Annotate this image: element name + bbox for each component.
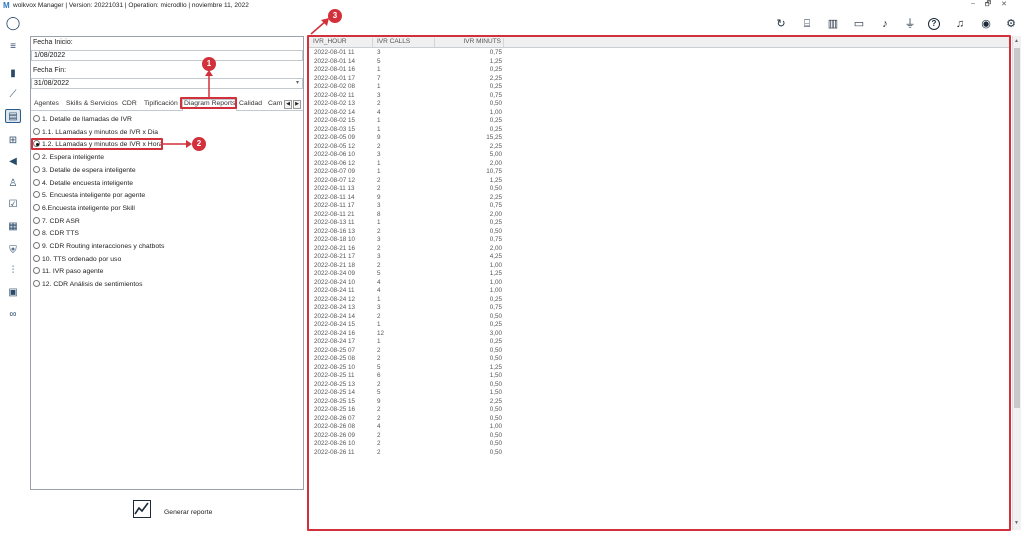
radio-icon[interactable] bbox=[33, 216, 40, 224]
app-title: wolkvox Manager | Version: 20221031 | Op… bbox=[13, 2, 249, 9]
generate-report-area: Generar reporte bbox=[30, 495, 304, 531]
radio-icon[interactable] bbox=[33, 127, 40, 135]
scroll-thumb[interactable] bbox=[1014, 48, 1020, 408]
tab-calidad[interactable]: Calidad bbox=[239, 100, 262, 107]
app-logo-icon: M bbox=[3, 1, 10, 10]
radio-icon[interactable] bbox=[33, 267, 40, 275]
report-option[interactable]: 12. CDR Análisis de sentimientos bbox=[33, 280, 143, 290]
chart-report-icon[interactable] bbox=[133, 500, 151, 518]
generate-report-button[interactable]: Generar reporte bbox=[164, 509, 212, 516]
tab-scroll-right-icon[interactable]: ▶ bbox=[293, 100, 301, 109]
user-avatar-icon[interactable]: ◯ bbox=[5, 16, 21, 30]
report-filter-panel: Fecha Inicio: 1/08/2022 Fecha Fin: 31/08… bbox=[30, 36, 304, 490]
close-icon[interactable]: ✕ bbox=[997, 0, 1011, 8]
tab-skills-servicios[interactable]: Skills & Servicios bbox=[66, 100, 118, 107]
trend-icon[interactable]: ⟋ bbox=[5, 88, 21, 102]
annotation-arrow-3 bbox=[310, 18, 329, 35]
grid-scrollbar[interactable]: ▲ ▼ bbox=[1012, 36, 1021, 530]
annotation-badge-3: 3 bbox=[328, 9, 342, 23]
report-option[interactable]: 7. CDR ASR bbox=[33, 216, 80, 227]
menu-icon[interactable]: ≡ bbox=[5, 40, 21, 54]
report-option[interactable]: 11. IVR paso agente bbox=[33, 267, 103, 277]
book-icon[interactable]: ▥ bbox=[825, 16, 841, 32]
radio-icon[interactable] bbox=[33, 242, 40, 249]
start-date-field[interactable]: 1/08/2022 bbox=[31, 50, 303, 61]
radio-icon[interactable] bbox=[33, 115, 40, 122]
briefcase-icon[interactable]: ⌸ bbox=[799, 16, 815, 32]
tab-agentes[interactable]: Agentes bbox=[34, 100, 59, 107]
video-add-icon[interactable]: ▣ bbox=[5, 286, 21, 300]
bell-icon[interactable]: ♫ bbox=[952, 16, 968, 32]
title-bar: M wolkvox Manager | Version: 20221031 | … bbox=[0, 0, 1024, 12]
settings-icon[interactable]: ⚙ bbox=[1003, 16, 1019, 32]
shield-icon[interactable]: ⛨ bbox=[5, 244, 21, 258]
report-option[interactable]: 1.1. LLamadas y minutos de IVR x Dia bbox=[33, 127, 158, 138]
reports-icon[interactable]: ▤ bbox=[5, 109, 21, 123]
restore-icon[interactable]: 🗗 bbox=[981, 0, 995, 11]
contact-card-icon[interactable]: ▭ bbox=[851, 16, 867, 32]
report-option[interactable]: 2. Espera inteligente bbox=[33, 153, 104, 163]
calculator-icon[interactable]: ▦ bbox=[5, 220, 21, 234]
left-nav-rail: ◯ ≡ ▮ ⟋ ▤ ⊞ ◀ ♙ ☑ ▦ ⛨ ⫶ ▣ ∞ bbox=[0, 12, 26, 536]
refresh-icon[interactable]: ↻ bbox=[773, 16, 789, 32]
flow-icon[interactable]: ⊞ bbox=[5, 134, 21, 148]
tab-cdr[interactable]: CDR bbox=[122, 100, 137, 107]
report-option[interactable]: 9. CDR Routing interacciones y chatbots bbox=[33, 242, 164, 252]
highlight-diagram-reports-tab bbox=[180, 97, 237, 109]
report-option[interactable]: 10. TTS ordenado por uso bbox=[33, 254, 121, 265]
radio-icon[interactable] bbox=[33, 203, 40, 211]
radio-icon[interactable] bbox=[33, 280, 40, 288]
tab-tipificacion[interactable]: Tipificación bbox=[144, 100, 178, 107]
end-date-label: Fecha Fin: bbox=[33, 67, 67, 74]
report-option[interactable]: 8. CDR TTS bbox=[33, 229, 79, 239]
chevron-down-icon[interactable]: ▾ bbox=[296, 79, 299, 86]
report-option[interactable]: 6.Encuesta inteligente por Skill bbox=[33, 203, 135, 214]
highlight-results-grid bbox=[307, 35, 1011, 531]
radio-icon[interactable] bbox=[33, 153, 40, 161]
bar-chart-icon[interactable]: ▮ bbox=[5, 67, 21, 81]
start-date-label: Fecha Inicio: bbox=[33, 39, 73, 46]
end-date-value: 31/08/2022 bbox=[34, 80, 70, 87]
music-note-icon[interactable]: ♪ bbox=[877, 16, 893, 32]
radio-icon[interactable] bbox=[33, 229, 40, 237]
annotation-arrow-2 bbox=[163, 140, 192, 148]
tab-cam[interactable]: Cam bbox=[268, 100, 282, 107]
annotation-badge-2: 2 bbox=[192, 137, 206, 151]
help-icon[interactable]: ? bbox=[928, 18, 940, 30]
microphone-icon[interactable]: ⏚ bbox=[902, 16, 918, 32]
radio-icon[interactable] bbox=[33, 254, 40, 262]
audio-wave-icon[interactable]: ⫶ bbox=[5, 264, 21, 278]
tab-scroll-left-icon[interactable]: ◀ bbox=[284, 100, 292, 109]
agents-group-icon[interactable]: ♙ bbox=[5, 177, 21, 191]
radio-icon[interactable] bbox=[33, 178, 40, 186]
minimize-icon[interactable]: – bbox=[966, 0, 980, 7]
annotation-badge-1: 1 bbox=[202, 57, 216, 71]
report-option[interactable]: 3. Detalle de espera inteligente bbox=[33, 165, 136, 176]
account-icon[interactable]: ◉ bbox=[978, 16, 994, 32]
start-date-value: 1/08/2022 bbox=[34, 52, 66, 59]
report-tabs: Agentes Skills & Servicios CDR Tipificac… bbox=[31, 99, 303, 111]
voicemail-icon[interactable]: ∞ bbox=[5, 308, 21, 322]
megaphone-icon[interactable]: ◀ bbox=[5, 155, 21, 169]
highlight-selected-option bbox=[31, 138, 163, 150]
report-option[interactable]: 4. Detalle encuesta inteligente bbox=[33, 178, 133, 189]
radio-icon[interactable] bbox=[33, 165, 40, 173]
report-option[interactable]: 5. Encuesta inteligente por agente bbox=[33, 191, 145, 201]
checklist-icon[interactable]: ☑ bbox=[5, 198, 21, 212]
end-date-field[interactable]: 31/08/2022 ▾ bbox=[31, 78, 303, 89]
scroll-down-icon[interactable]: ▼ bbox=[1014, 520, 1019, 526]
annotation-arrow-1 bbox=[205, 70, 213, 97]
report-option[interactable]: 1. Detalle de llamadas de IVR bbox=[33, 115, 132, 125]
radio-icon[interactable] bbox=[33, 191, 40, 199]
scroll-up-icon[interactable]: ▲ bbox=[1014, 38, 1019, 44]
